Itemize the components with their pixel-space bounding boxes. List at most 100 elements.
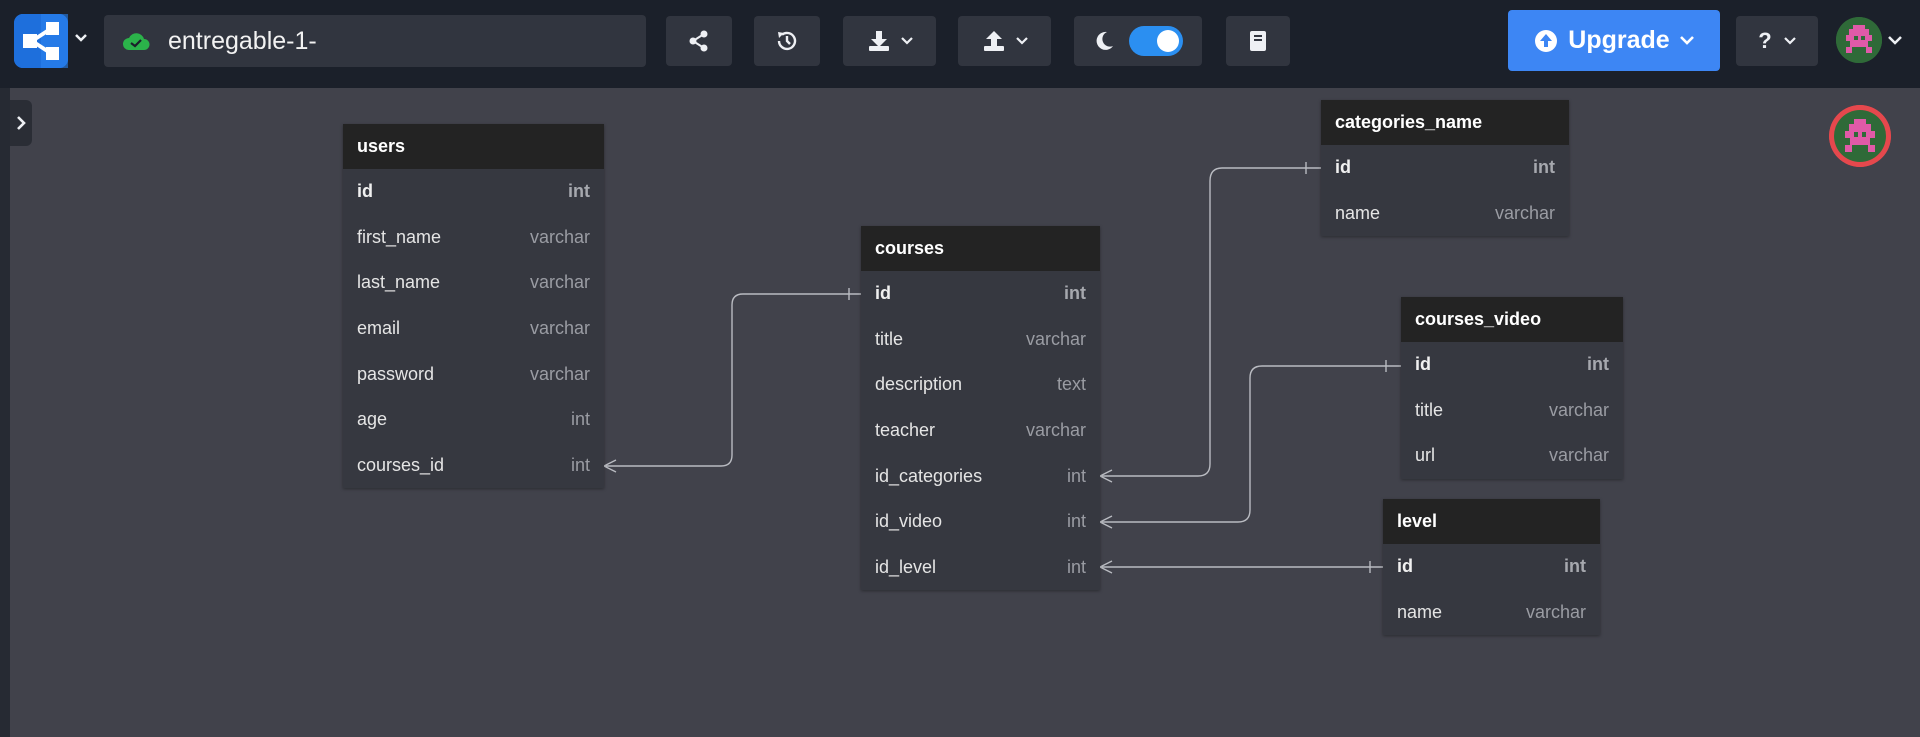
column-name: last_name <box>357 272 441 293</box>
upgrade-button[interactable]: Upgrade <box>1508 10 1720 71</box>
expand-sidebar-button[interactable] <box>10 100 32 146</box>
column-name: first_name <box>357 226 442 247</box>
column-type: int <box>1066 511 1086 532</box>
upload-icon <box>983 31 1004 51</box>
chevron-down-icon[interactable] <box>74 33 88 43</box>
history-icon <box>777 31 797 51</box>
table-row[interactable]: id_video int <box>861 499 1100 545</box>
chevron-down-icon <box>1679 36 1694 45</box>
table-row[interactable]: first_name varchar <box>343 215 604 261</box>
table-row[interactable]: title varchar <box>861 317 1100 363</box>
table-row[interactable]: id int <box>861 271 1100 317</box>
column-type: int <box>1066 556 1086 577</box>
moon-icon <box>1096 31 1113 50</box>
chevron-down-icon <box>1015 37 1028 45</box>
column-name: id_video <box>875 511 943 532</box>
table-header[interactable]: users <box>343 124 604 169</box>
column-type: int <box>1064 283 1086 304</box>
column-name: name <box>1335 202 1381 223</box>
table-row[interactable]: description text <box>861 362 1100 408</box>
table-row[interactable]: email varchar <box>343 306 604 352</box>
table-header[interactable]: courses <box>861 226 1100 271</box>
chevron-down-icon <box>1783 37 1796 45</box>
table-users[interactable]: users id int first_name varchar last_name varc… <box>343 124 604 489</box>
table-row[interactable]: title varchar <box>1401 388 1623 434</box>
chevron-down-icon[interactable] <box>1888 36 1902 45</box>
table-row[interactable]: courses_id int <box>343 443 604 489</box>
column-type: varchar <box>1548 399 1609 420</box>
table-courses[interactable]: courses id int title varchar description text t… <box>861 226 1100 591</box>
table-row[interactable]: id int <box>1383 544 1600 590</box>
table-row[interactable]: id int <box>1401 342 1623 388</box>
column-name: password <box>357 363 435 384</box>
column-name: description <box>875 374 963 395</box>
theme-toggle-button[interactable] <box>1074 16 1202 66</box>
column-type: int <box>1564 556 1586 577</box>
column-type: varchar <box>529 318 590 339</box>
upload-button[interactable] <box>958 16 1051 66</box>
table-header[interactable]: courses_video <box>1401 297 1623 342</box>
table-header[interactable]: level <box>1383 499 1600 544</box>
book-icon <box>1250 31 1266 51</box>
column-type: varchar <box>529 272 590 293</box>
docs-button[interactable] <box>1226 16 1290 66</box>
table-row[interactable]: id int <box>1321 145 1569 191</box>
table-categories-name[interactable]: categories_nameid int name varchar <box>1321 100 1569 237</box>
table-courses-video[interactable]: courses_video id int title varchar url varchar <box>1401 297 1623 479</box>
relation-users-courses <box>604 293 861 467</box>
dark-mode-toggle[interactable] <box>1129 26 1183 56</box>
column-type: varchar <box>1025 420 1086 441</box>
table-row[interactable]: last_name varchar <box>343 260 604 306</box>
column-type: varchar <box>529 363 590 384</box>
download-button[interactable] <box>843 16 936 66</box>
filename-field[interactable]: entregable-1- <box>104 15 646 67</box>
column-name: name <box>1397 601 1443 622</box>
app-logo-button[interactable] <box>14 14 68 68</box>
column-name: courses_id <box>357 454 445 475</box>
relation-courses-video <box>1100 365 1401 523</box>
column-type: int <box>570 454 590 475</box>
top-toolbar: entregable-1- Upgrade ? <box>0 0 1920 88</box>
table-row[interactable]: teacher varchar <box>861 408 1100 454</box>
user-avatar[interactable] <box>1836 17 1882 63</box>
table-header[interactable]: categories_name <box>1321 100 1569 145</box>
column-type: int <box>568 181 590 202</box>
upgrade-label: Upgrade <box>1568 26 1670 54</box>
column-type: int <box>570 409 590 430</box>
column-type: int <box>1066 465 1086 486</box>
diagram-logo-icon <box>14 14 68 68</box>
share-button[interactable] <box>666 16 732 66</box>
table-row[interactable]: url varchar <box>1401 433 1623 479</box>
table-row[interactable]: password varchar <box>343 351 604 397</box>
column-type: int <box>1587 354 1609 375</box>
history-button[interactable] <box>754 16 820 66</box>
table-level[interactable]: level id int name varchar <box>1383 499 1600 636</box>
share-icon <box>689 30 708 52</box>
table-row[interactable]: id_categories int <box>861 453 1100 499</box>
column-name: teacher <box>875 420 936 441</box>
help-label: ? <box>1758 28 1772 53</box>
column-type: varchar <box>1025 328 1086 349</box>
arrow-up-circle-icon <box>1535 29 1558 52</box>
table-row[interactable]: name varchar <box>1321 191 1569 237</box>
column-name: age <box>357 409 388 430</box>
help-button[interactable]: ? <box>1736 16 1818 66</box>
avatar-icon <box>1829 105 1891 167</box>
column-name: id_categories <box>875 465 983 486</box>
chevron-right-icon <box>17 116 26 130</box>
column-name: id <box>1397 556 1413 577</box>
column-name: id <box>1335 157 1351 178</box>
download-icon <box>868 31 889 51</box>
cloud-check-icon <box>123 33 150 50</box>
table-row[interactable]: id int <box>343 169 604 215</box>
table-row[interactable]: age int <box>343 397 604 443</box>
table-row[interactable]: id_level int <box>861 545 1100 591</box>
avatar-icon <box>1836 17 1882 63</box>
collaborator-avatar[interactable] <box>1829 105 1891 167</box>
column-type: varchar <box>529 226 590 247</box>
column-type: int <box>1533 157 1555 178</box>
column-name: url <box>1415 445 1436 466</box>
table-row[interactable]: name varchar <box>1383 590 1600 636</box>
chevron-down-icon <box>900 37 913 45</box>
column-type: varchar <box>1548 445 1609 466</box>
